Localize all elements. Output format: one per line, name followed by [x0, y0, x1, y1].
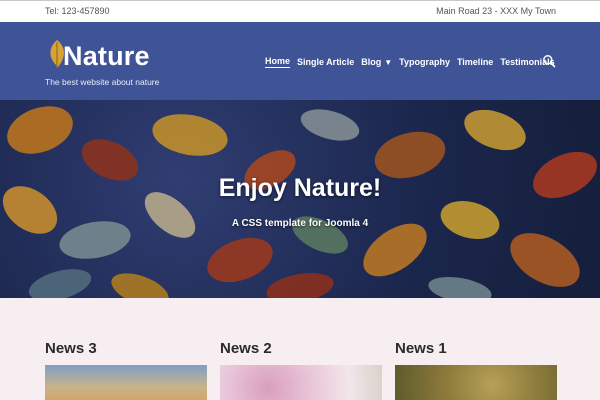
search-icon[interactable]: [542, 54, 556, 68]
address: Main Road 23 - XXX My Town: [436, 6, 556, 16]
hero-banner: Enjoy Nature! A CSS template for Joomla …: [0, 100, 600, 298]
main-nav: Home Single Article Blog ▼ Typography Ti…: [265, 55, 562, 69]
nav-blog[interactable]: Blog ▼: [361, 57, 392, 67]
nav-typography[interactable]: Typography: [399, 57, 450, 67]
news-image[interactable]: [220, 365, 382, 400]
nav-single-article[interactable]: Single Article: [297, 57, 354, 67]
logo-subtitle: The best website about nature: [45, 77, 160, 87]
top-bar: Tel: 123-457890 Main Road 23 - XXX My To…: [0, 0, 600, 22]
news-title[interactable]: News 2: [220, 340, 272, 357]
news-card[interactable]: News 1: [395, 298, 557, 400]
nav-home[interactable]: Home: [265, 56, 291, 68]
nav-blog-label: Blog: [361, 57, 382, 67]
news-title[interactable]: News 3: [45, 340, 97, 357]
news-card[interactable]: News 3: [45, 298, 207, 400]
news-title[interactable]: News 1: [395, 340, 447, 357]
news-card[interactable]: News 2: [220, 298, 382, 400]
logo-title: Nature: [63, 41, 150, 71]
nav-timeline[interactable]: Timeline: [457, 57, 493, 67]
chevron-down-icon: ▼: [384, 57, 393, 67]
phone-number: Tel: 123-457890: [45, 6, 110, 16]
news-image[interactable]: [395, 365, 557, 400]
hero-title: Enjoy Nature!: [218, 174, 382, 202]
news-image[interactable]: [45, 365, 207, 400]
site-header: Nature The best website about nature Hom…: [0, 22, 600, 100]
hero-subtitle: A CSS template for Joomla 4: [231, 218, 369, 229]
news-section: News 3 News 2 News 1: [0, 298, 600, 400]
site-logo[interactable]: Nature The best website about nature: [45, 34, 165, 94]
